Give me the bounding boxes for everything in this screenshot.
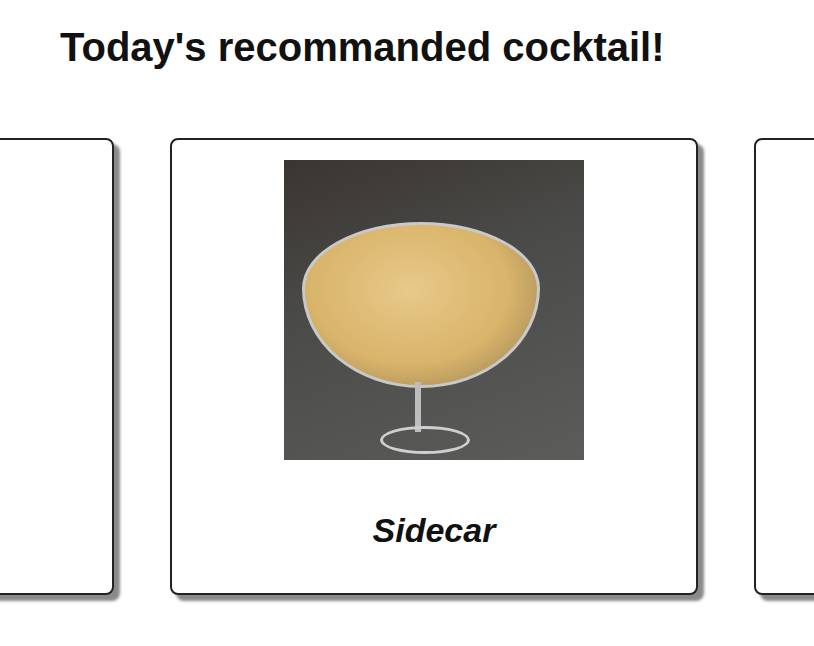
cocktail-card[interactable] <box>754 138 814 595</box>
page: Today's recommanded cocktail! Sidecar <box>0 0 814 646</box>
cocktail-photo <box>284 160 584 460</box>
cocktail-carousel[interactable]: Sidecar <box>0 138 814 615</box>
cocktail-name: Sidecar <box>361 508 508 552</box>
page-title: Today's recommanded cocktail! <box>0 0 814 74</box>
cocktail-card[interactable] <box>0 138 114 595</box>
cocktail-card[interactable]: Sidecar <box>170 138 698 595</box>
